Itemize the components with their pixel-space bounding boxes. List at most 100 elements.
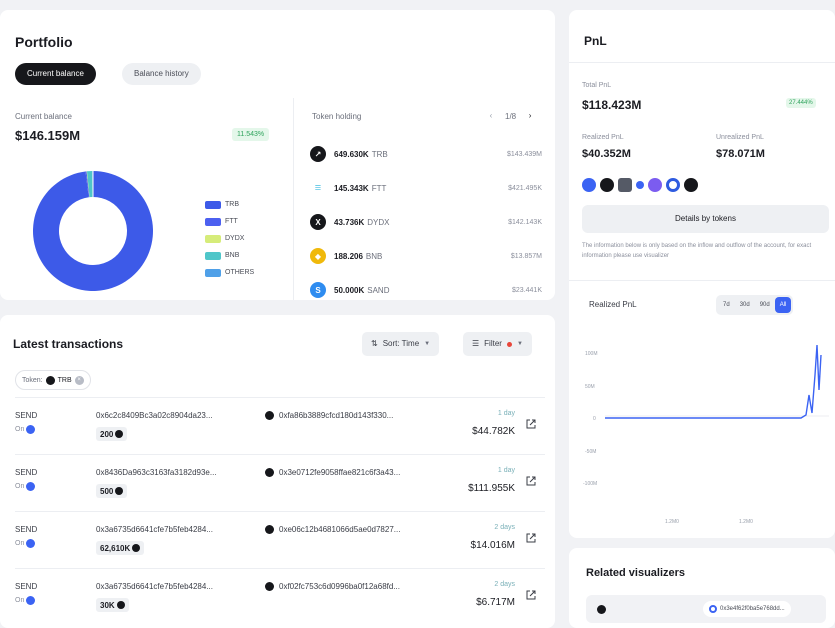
related-visualizers-title: Related visualizers xyxy=(586,567,686,579)
external-link-icon[interactable] xyxy=(526,419,536,429)
legend-item-others[interactable]: OTHERS xyxy=(205,264,254,281)
cardano-chain-icon[interactable] xyxy=(666,178,680,192)
sand-token-icon: S xyxy=(310,282,326,298)
table-row[interactable]: SEND On 0x8436Da963c3163fa3182d93e... 50… xyxy=(0,454,555,511)
range-90d-button[interactable]: 90d xyxy=(755,297,775,313)
realized-pnl-chart-label: Realized PnL xyxy=(589,300,637,309)
legend-item-dydx[interactable]: DYDX xyxy=(205,230,254,247)
tx-to-address[interactable]: 0xfa86b3889cfcd180d143f330... xyxy=(265,411,393,420)
token-symbol: DYDX xyxy=(367,217,390,227)
tab-current-balance[interactable]: Current balance xyxy=(15,63,96,85)
related-visualizer-item[interactable]: 0x3e4f62f0ba5e768dd... xyxy=(586,595,826,623)
allocation-donut-chart[interactable] xyxy=(30,168,156,294)
tx-chain-label: On xyxy=(15,597,25,604)
external-link-icon[interactable] xyxy=(526,590,536,600)
bnb-token-icon: ◆ xyxy=(310,248,326,264)
y-tick-label: -100M xyxy=(583,481,597,487)
tx-to-address[interactable]: 0xf02fc753c6d0996ba0f12a68fd... xyxy=(265,582,400,591)
wallet-icon xyxy=(709,605,717,613)
legend-item-ftt[interactable]: FTT xyxy=(205,213,254,230)
legend-swatch xyxy=(205,234,221,243)
tx-to-address-text: 0xe06c12b4681066d5ae0d7827... xyxy=(279,525,401,534)
unrealized-pnl-value: $78.071M xyxy=(716,148,765,160)
sort-label: Sort: Time xyxy=(382,339,420,348)
latest-transactions-card: Latest transactions ⇅ Sort: Time ▼ ☰ Fil… xyxy=(0,315,555,628)
token-value: $23.441K xyxy=(512,286,542,294)
token-value: $421.495K xyxy=(508,184,542,192)
token-row-bnb[interactable]: ◆ 188.206 BNB $13.857M xyxy=(310,239,542,273)
chevron-right-icon[interactable]: › xyxy=(524,109,536,123)
sort-dropdown[interactable]: ⇅ Sort: Time ▼ xyxy=(362,332,440,356)
table-row[interactable]: SEND On 0x6c2c8409Bc3a02c8904da23... 200… xyxy=(0,397,555,454)
trb-token-icon xyxy=(116,601,125,609)
token-symbol: SAND xyxy=(367,285,390,295)
ethereum-chain-icon xyxy=(26,482,36,491)
chevron-left-icon[interactable]: ‹ xyxy=(485,109,497,123)
tx-to-address-text: 0xfa86b3889cfcd180d143f330... xyxy=(279,411,394,420)
chip-token: TRB xyxy=(57,376,72,384)
address-pill[interactable]: 0x3e4f62f0ba5e768dd... xyxy=(703,601,791,617)
legend-item-trb[interactable]: TRB xyxy=(205,196,254,213)
token-row-ftt[interactable]: ≡ 145.343K FTT $421.495K xyxy=(310,171,542,205)
table-row[interactable]: SEND On 0x3a6735d6641cfe7b5feb4284... 30… xyxy=(0,568,555,625)
tx-chain-label: On xyxy=(15,540,25,547)
filter-dropdown[interactable]: ☰ Filter ▼ xyxy=(463,332,532,356)
y-tick-label: 50M xyxy=(585,384,595,390)
allocation-legend: TRB FTT DYDX BNB OTHERS xyxy=(205,196,254,281)
table-row[interactable]: SEND On 0x3a6735d6641cfe7b5feb4284... 62… xyxy=(0,511,555,568)
ethereum-chain-icon[interactable] xyxy=(582,178,596,192)
token-filter-chip[interactable]: Token: TRB × xyxy=(15,370,91,390)
token-row-trb[interactable]: ↗ 649.630K TRB $143.439M xyxy=(310,137,542,171)
arbitrum-chain-icon[interactable] xyxy=(636,181,644,189)
tx-to-address[interactable]: 0x3e0712fe9058ffae821c6f3a43... xyxy=(265,468,400,477)
tx-amount: 500 xyxy=(96,484,128,498)
token-chain-icon[interactable] xyxy=(618,178,632,192)
external-link-icon[interactable] xyxy=(526,476,536,486)
realized-pnl-line-chart[interactable]: 100M 50M 0 -50M -100M 1.2M0 1.2M0 xyxy=(569,335,835,535)
range-7d-button[interactable]: 7d xyxy=(718,297,735,313)
token-row-sand[interactable]: S 50.000K SAND $23.441K xyxy=(310,273,542,300)
tx-from-address[interactable]: 0x6c2c8409Bc3a02c8904da23... xyxy=(96,411,213,420)
tx-time: 2 days xyxy=(494,581,515,588)
range-all-button[interactable]: All xyxy=(774,297,792,313)
token-icon xyxy=(597,605,606,614)
tx-chain: On xyxy=(15,482,36,491)
range-30d-button[interactable]: 30d xyxy=(735,297,755,313)
token-amount: 188.206 xyxy=(334,251,363,261)
tx-amount-value: 500 xyxy=(100,486,114,496)
y-tick-label: -50M xyxy=(585,449,596,455)
x-tick-label: 1.2M0 xyxy=(665,519,679,525)
polygon-chain-icon[interactable] xyxy=(648,178,662,192)
close-icon[interactable]: × xyxy=(74,375,84,385)
x-tick-label: 1.2M0 xyxy=(739,519,753,525)
realized-pnl-value: $40.352M xyxy=(582,148,631,160)
token-symbol: FTT xyxy=(371,183,387,193)
pnl-info-text: The information below is only based on t… xyxy=(582,243,812,259)
tx-from-address[interactable]: 0x8436Da963c3163fa3182d93e... xyxy=(96,468,217,477)
related-visualizers-card: Related visualizers 0x3e4f62f0ba5e768dd.… xyxy=(569,548,835,628)
filter-label: Filter xyxy=(484,339,502,348)
ethereum-chain-icon xyxy=(26,539,36,548)
current-balance-label: Current balance xyxy=(15,112,72,121)
tx-chain-label: On xyxy=(15,483,25,490)
chevron-down-icon: ▼ xyxy=(424,341,431,347)
details-by-tokens-button[interactable]: Details by tokens xyxy=(582,205,829,233)
tx-from-address[interactable]: 0x3a6735d6641cfe7b5feb4284... xyxy=(96,525,213,534)
section-divider xyxy=(293,98,294,300)
bnb-chain-icon[interactable] xyxy=(600,178,614,192)
chain-icon-list xyxy=(582,178,698,192)
tx-to-address[interactable]: 0xe06c12b4681066d5ae0d7827... xyxy=(265,525,400,534)
tab-balance-history[interactable]: Balance history xyxy=(122,63,201,85)
unrealized-pnl-label: Unrealized PnL xyxy=(716,134,764,141)
tx-from-address[interactable]: 0x3a6735d6641cfe7b5feb4284... xyxy=(96,582,213,591)
external-link-icon[interactable] xyxy=(526,533,536,543)
row-divider xyxy=(15,511,545,512)
tx-value: $14.016M xyxy=(470,540,515,551)
balance-change-badge: 11.543% xyxy=(232,128,270,141)
legend-item-bnb[interactable]: BNB xyxy=(205,247,254,264)
more-chain-icon[interactable] xyxy=(684,178,698,192)
legend-swatch xyxy=(205,217,221,226)
token-row-dydx[interactable]: X 43.736K DYDX $142.143K xyxy=(310,205,542,239)
dydx-token-icon: X xyxy=(310,214,326,230)
token-amount: 649.630K xyxy=(334,149,369,159)
